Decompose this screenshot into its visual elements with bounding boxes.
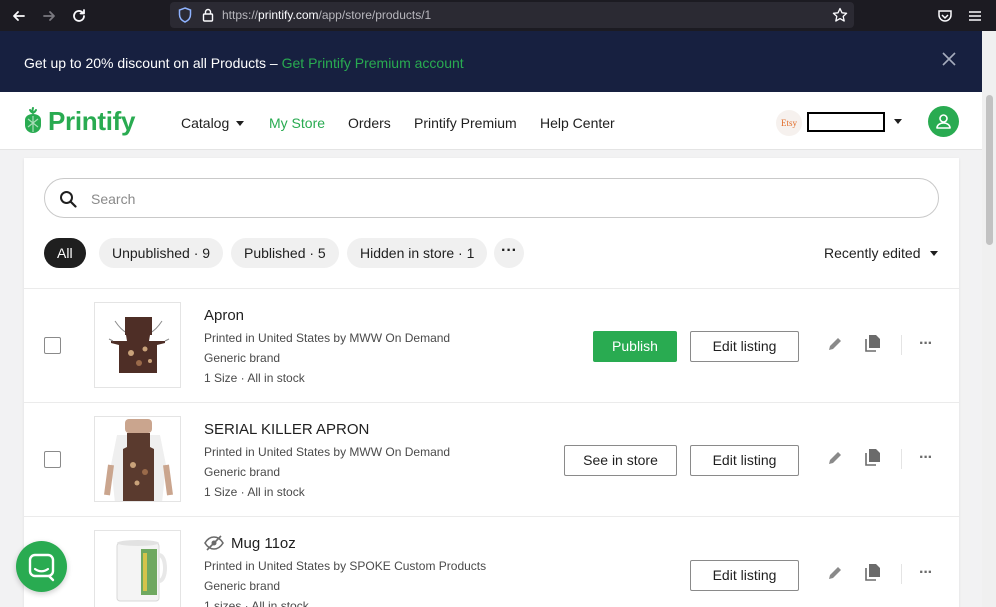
product-brand: Generic brand: [204, 579, 281, 593]
row-divider: [24, 402, 959, 403]
nav-my-store[interactable]: My Store: [269, 115, 325, 131]
chat-icon: [28, 553, 55, 582]
search-bar[interactable]: [44, 178, 939, 218]
product-provider: Printed in United States by MWW On Deman…: [204, 331, 451, 345]
logo-text: Printify: [48, 106, 136, 136]
row-divider: [24, 516, 959, 517]
user-avatar[interactable]: [928, 106, 959, 137]
product-stock: 1 Size · All in stock: [204, 485, 305, 499]
duplicate-icon[interactable]: [864, 448, 882, 466]
nav-catalog-label: Catalog: [181, 115, 230, 131]
row-checkbox[interactable]: [44, 337, 61, 354]
mug-image: [116, 540, 167, 602]
hamburger-menu-icon[interactable]: [968, 9, 982, 23]
apron-image: [108, 317, 170, 373]
close-icon[interactable]: [940, 51, 958, 69]
row-divider: [24, 288, 959, 289]
etsy-store-badge[interactable]: Etsy: [776, 110, 802, 136]
premium-link[interactable]: Get Printify Premium account: [282, 55, 464, 71]
product-stock: 1 sizes · All in stock: [204, 599, 309, 607]
browser-toolbar: https://printify.com/app/store/products/…: [0, 0, 996, 31]
search-input[interactable]: [91, 189, 911, 209]
user-icon: [936, 114, 951, 129]
store-selector[interactable]: [807, 112, 885, 132]
filter-chip-unpublished[interactable]: Unpublished · 9: [99, 238, 224, 268]
product-stock: 1 Size · All in stock: [204, 371, 305, 385]
product-thumbnail[interactable]: [94, 530, 181, 607]
duplicate-icon[interactable]: [864, 563, 882, 581]
vertical-divider: [901, 564, 902, 584]
product-title[interactable]: Apron: [204, 307, 244, 324]
promo-message: Get up to 20% discount on all Products –: [24, 55, 282, 71]
duplicate-icon[interactable]: [864, 334, 882, 352]
row-checkbox[interactable]: [44, 451, 61, 468]
nav-orders[interactable]: Orders: [348, 115, 391, 131]
url-path: /app/store/products/1: [318, 8, 432, 22]
filter-chip-published[interactable]: Published · 5: [231, 238, 339, 268]
product-brand: Generic brand: [204, 465, 281, 479]
hidden-eye-icon: [204, 535, 224, 551]
url-domain: printify.com: [258, 8, 319, 22]
lock-icon[interactable]: [202, 8, 214, 22]
promo-text: Get up to 20% discount on all Products –…: [24, 55, 464, 71]
edit-pencil-icon[interactable]: [826, 564, 844, 582]
forward-arrow-icon[interactable]: [38, 5, 60, 27]
apron-model-image: [104, 419, 173, 501]
more-options-icon[interactable]: ···: [919, 335, 933, 353]
publish-button[interactable]: Publish: [593, 331, 677, 362]
product-title[interactable]: SERIAL KILLER APRON: [204, 421, 369, 438]
nav-help-center[interactable]: Help Center: [540, 115, 615, 131]
caret-down-icon: [236, 121, 245, 126]
address-bar[interactable]: https://printify.com/app/store/products/…: [170, 2, 854, 28]
shield-icon[interactable]: [178, 7, 192, 23]
sort-dropdown[interactable]: Recently edited: [824, 245, 938, 261]
reload-icon[interactable]: [68, 5, 90, 27]
more-options-icon[interactable]: ···: [919, 564, 933, 582]
product-thumbnail[interactable]: [94, 302, 181, 388]
filter-chip-hidden[interactable]: Hidden in store · 1: [347, 238, 488, 268]
see-in-store-button[interactable]: See in store: [564, 445, 677, 476]
pineapple-logo-icon: [25, 107, 41, 133]
chat-launcher[interactable]: [16, 541, 67, 592]
nav-catalog[interactable]: Catalog: [181, 115, 245, 131]
edit-pencil-icon[interactable]: [826, 449, 844, 467]
more-options-icon[interactable]: ···: [919, 449, 933, 467]
back-arrow-icon[interactable]: [8, 5, 30, 27]
bookmark-star-icon[interactable]: [832, 7, 848, 23]
vertical-divider: [901, 449, 902, 469]
nav-printify-premium[interactable]: Printify Premium: [414, 115, 517, 131]
sort-label: Recently edited: [824, 245, 921, 261]
filter-chip-all[interactable]: All: [44, 238, 86, 268]
edit-listing-button[interactable]: Edit listing: [690, 331, 799, 362]
store-caret-down-icon[interactable]: [894, 119, 902, 124]
product-brand: Generic brand: [204, 351, 281, 365]
promo-banner: Get up to 20% discount on all Products –…: [0, 31, 982, 92]
product-provider: Printed in United States by MWW On Deman…: [204, 445, 451, 459]
edit-pencil-icon[interactable]: [826, 335, 844, 353]
caret-down-icon: [929, 251, 938, 256]
search-icon: [60, 191, 77, 208]
url-scheme: https://: [222, 8, 259, 22]
edit-listing-button[interactable]: Edit listing: [690, 445, 799, 476]
product-provider: Printed in United States by SPOKE Custom…: [204, 559, 487, 573]
product-title[interactable]: Mug 11oz: [231, 535, 296, 552]
vertical-divider: [901, 335, 902, 355]
scrollbar-thumb[interactable]: [986, 95, 993, 245]
pocket-icon[interactable]: [937, 8, 953, 24]
more-filters-button[interactable]: ···: [494, 238, 524, 268]
edit-listing-button[interactable]: Edit listing: [690, 560, 799, 591]
url-text: https://printify.com/app/store/products/…: [222, 8, 431, 22]
product-thumbnail[interactable]: [94, 416, 181, 502]
